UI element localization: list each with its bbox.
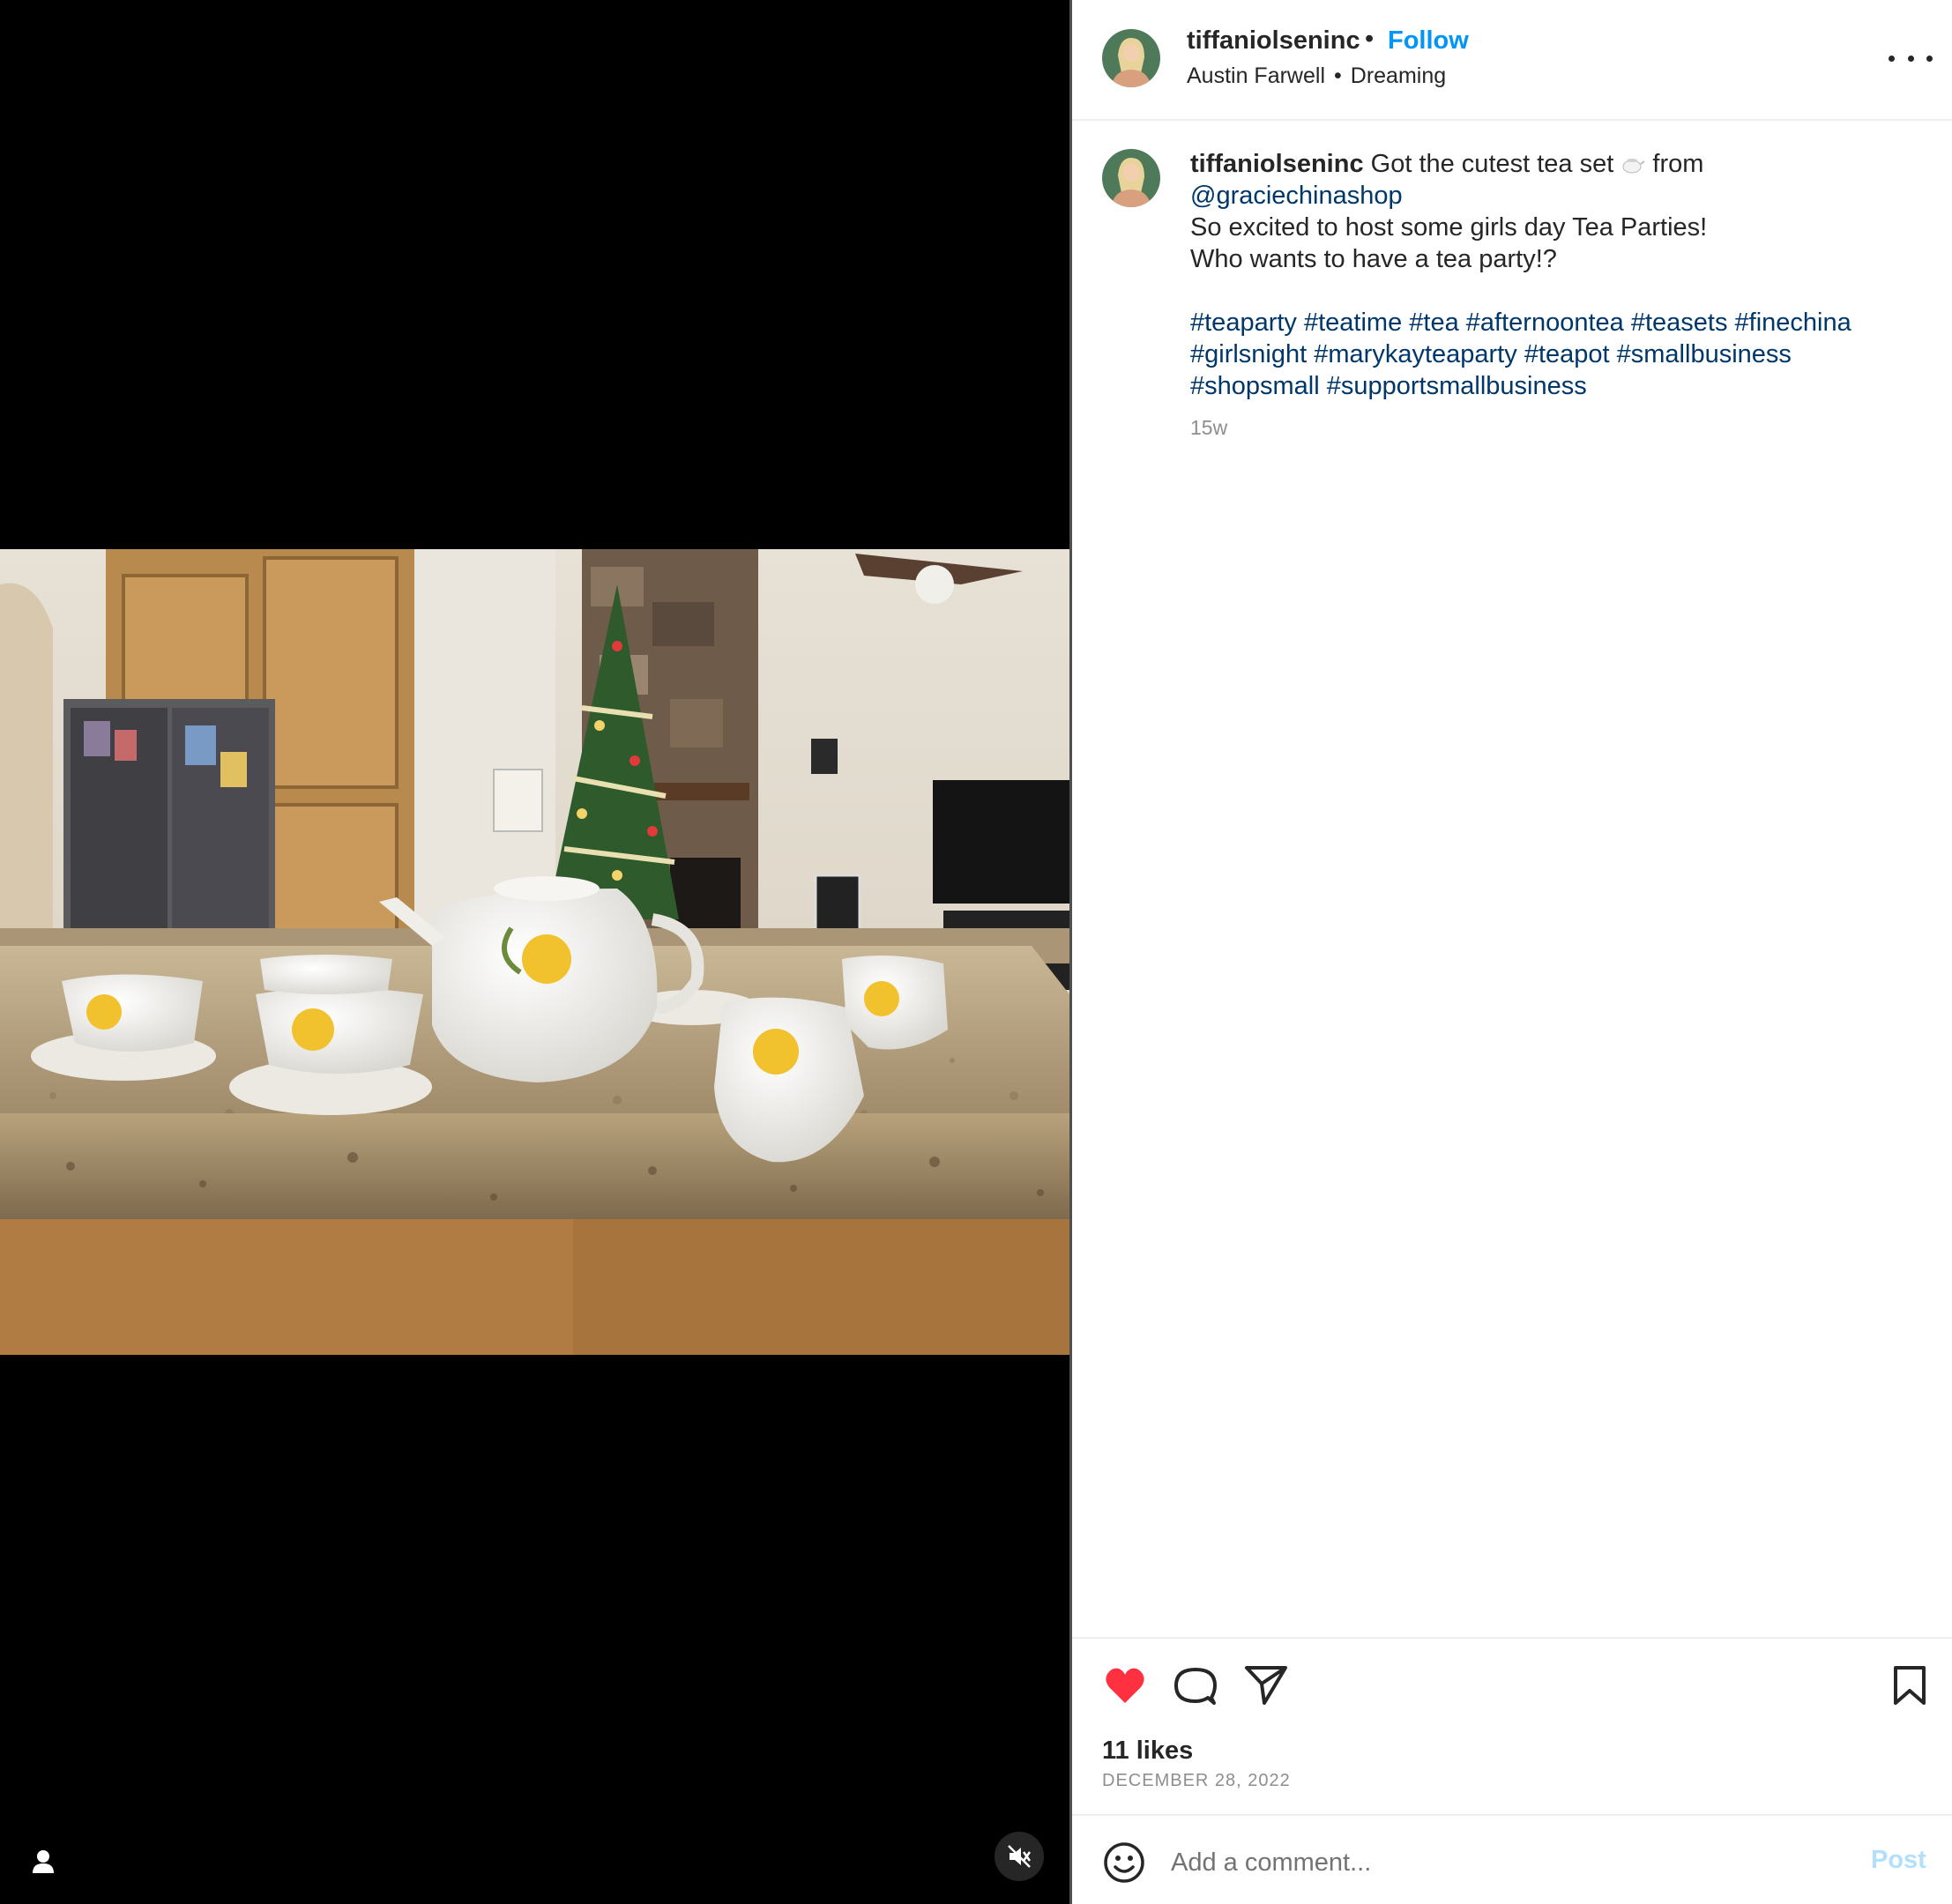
hashtag-list: #teaparty #teatime #tea #afternoontea #t… xyxy=(1190,307,1922,402)
post-view: tiffaniolseninc • Follow Austin Farwell •… xyxy=(0,0,1952,1904)
audio-info[interactable]: Austin Farwell • Dreaming xyxy=(1187,63,1446,89)
actions-divider xyxy=(1072,1637,1952,1639)
caption-line: So excited to host some girls day Tea Pa… xyxy=(1190,213,1708,242)
more-horizontal-icon[interactable] xyxy=(1889,46,1933,71)
caption-text-from: from xyxy=(1652,150,1704,178)
post-date[interactable]: DECEMBER 28, 2022 xyxy=(1102,1771,1291,1791)
comment-input[interactable] xyxy=(1171,1842,1841,1883)
avatar[interactable] xyxy=(1102,29,1160,87)
hashtag-link[interactable]: #shopsmall xyxy=(1190,372,1320,400)
hashtag-link[interactable]: #teatime xyxy=(1304,309,1402,337)
like-count[interactable]: 11 likes xyxy=(1102,1737,1193,1766)
hashtag-link[interactable]: #teaparty xyxy=(1190,309,1297,337)
video-player[interactable] xyxy=(0,0,1069,1904)
video-frame[interactable] xyxy=(0,549,1069,1355)
tea-set-kitchen-image xyxy=(0,549,1069,1355)
audio-separator: • xyxy=(1334,63,1342,88)
mention-link[interactable]: @graciechinashop xyxy=(1190,182,1403,210)
follow-button[interactable]: Follow xyxy=(1388,26,1469,56)
emoji-icon[interactable] xyxy=(1102,1841,1146,1885)
muted-speaker-icon xyxy=(1008,1845,1032,1868)
hashtag-link[interactable]: #girlsnight xyxy=(1190,340,1307,368)
hashtag-link[interactable]: #marykayteaparty xyxy=(1314,340,1517,368)
audio-artist[interactable]: Austin Farwell xyxy=(1187,63,1325,88)
caption-username[interactable]: tiffaniolseninc xyxy=(1190,150,1364,178)
share-icon[interactable] xyxy=(1243,1662,1289,1708)
post-details-panel: tiffaniolseninc • Follow Austin Farwell •… xyxy=(1072,0,1952,1904)
bookmark-icon[interactable] xyxy=(1887,1662,1933,1708)
hashtag-link[interactable]: #smallbusiness xyxy=(1617,340,1792,368)
post-comment-button[interactable]: Post xyxy=(1871,1846,1926,1875)
hashtag-link[interactable]: #supportsmallbusiness xyxy=(1327,372,1587,400)
caption-avatar[interactable] xyxy=(1102,149,1160,207)
teapot-emoji xyxy=(1622,159,1645,174)
heart-filled-icon[interactable] xyxy=(1102,1662,1148,1708)
username[interactable]: tiffaniolseninc xyxy=(1187,26,1360,56)
caption: tiffaniolseninc Got the cutest tea set f… xyxy=(1190,148,1922,275)
header-separator: • xyxy=(1365,25,1375,53)
hashtag-link[interactable]: #finechina xyxy=(1735,309,1851,337)
user-tag-icon[interactable] xyxy=(28,1847,58,1877)
caption-text: Got the cutest tea set xyxy=(1370,150,1614,178)
hashtag-link[interactable]: #teapot xyxy=(1524,340,1610,368)
hashtag-link[interactable]: #teasets xyxy=(1631,309,1728,337)
caption-line: Who wants to have a tea party!? xyxy=(1190,245,1557,273)
post-header: tiffaniolseninc • Follow Austin Farwell •… xyxy=(1072,0,1952,121)
hashtag-link[interactable]: #afternoontea xyxy=(1466,309,1624,337)
comment-divider xyxy=(1072,1814,1952,1816)
mute-toggle-button[interactable] xyxy=(995,1832,1044,1881)
hashtag-link[interactable]: #tea xyxy=(1409,309,1458,337)
comment-icon[interactable] xyxy=(1173,1662,1218,1708)
post-time-ago[interactable]: 15w xyxy=(1190,416,1227,440)
audio-track[interactable]: Dreaming xyxy=(1351,63,1446,88)
